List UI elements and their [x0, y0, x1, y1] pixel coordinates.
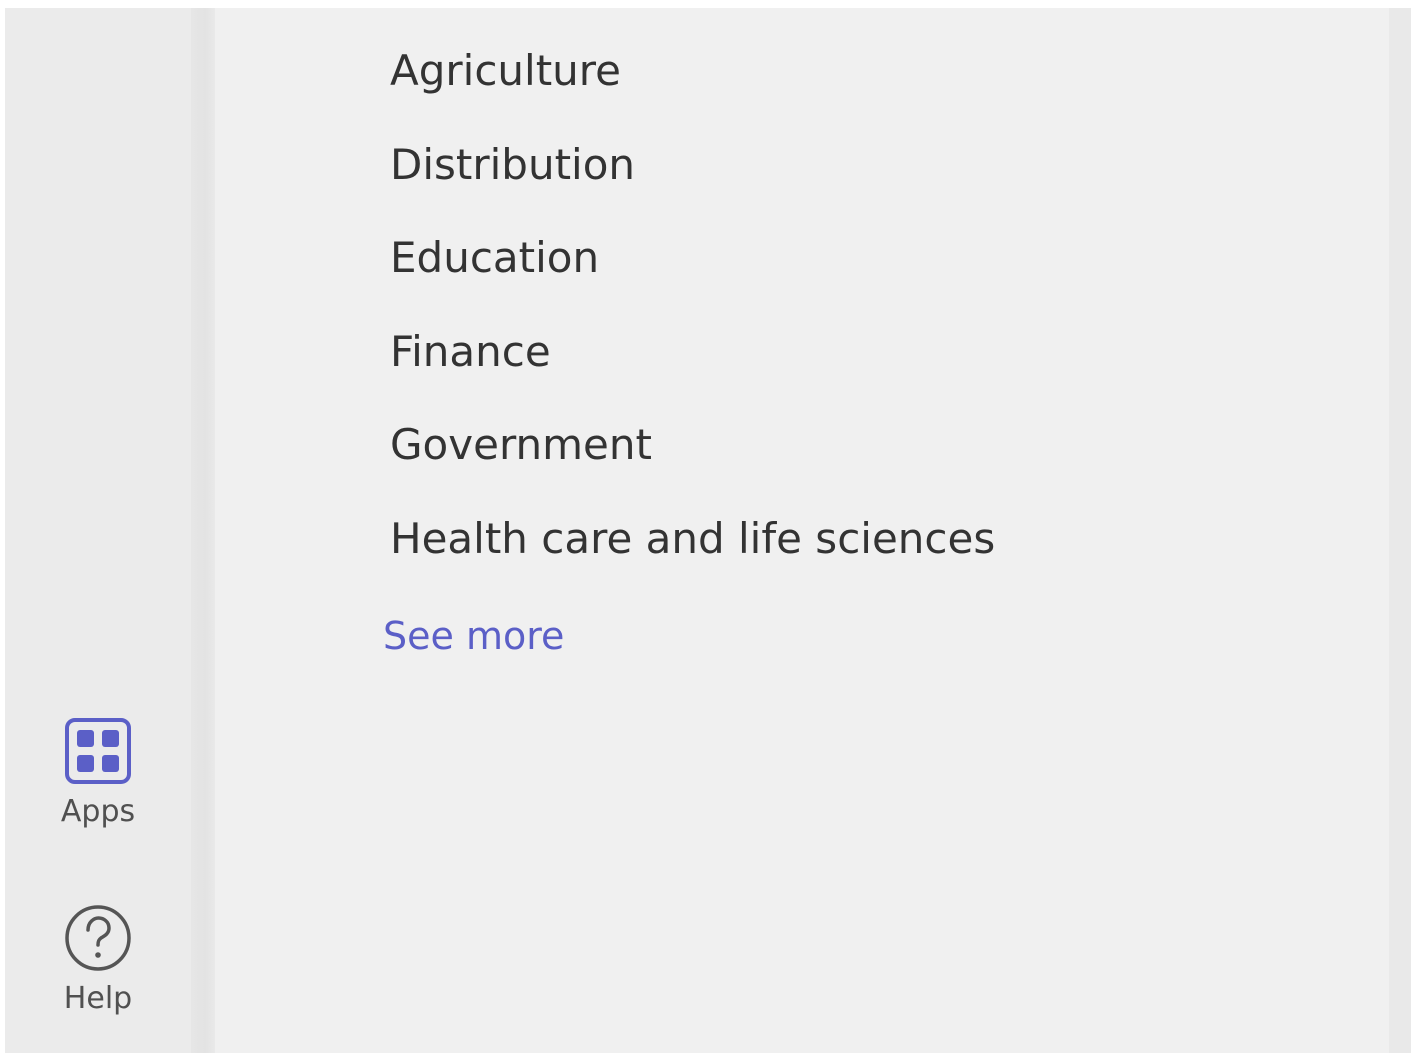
app-window: Apps Help Agriculture Distribution Educa… [5, 8, 1411, 1053]
industry-item-government[interactable]: Government [390, 416, 995, 510]
rail-item-label: Apps [60, 794, 136, 829]
app-rail: Apps Help [5, 8, 191, 1053]
panel-edge [1389, 8, 1411, 1053]
apps-grid-icon [65, 718, 131, 784]
rail-item-label: Help [63, 981, 133, 1016]
industry-item-agriculture[interactable]: Agriculture [390, 42, 995, 136]
rail-item-help[interactable]: Help [5, 903, 191, 1017]
see-more-link[interactable]: See more [383, 612, 564, 660]
industry-item-distribution[interactable]: Distribution [390, 136, 995, 230]
industry-list: Agriculture Distribution Education Finan… [390, 42, 995, 603]
rail-item-apps[interactable]: Apps [5, 716, 191, 830]
industry-item-education[interactable]: Education [390, 229, 995, 323]
industry-item-finance[interactable]: Finance [390, 323, 995, 417]
rail-divider [191, 8, 215, 1053]
industry-item-health-care[interactable]: Health care and life sciences [390, 510, 995, 604]
industries-panel: Agriculture Distribution Education Finan… [215, 8, 1389, 1053]
help-circle-icon [65, 905, 131, 971]
